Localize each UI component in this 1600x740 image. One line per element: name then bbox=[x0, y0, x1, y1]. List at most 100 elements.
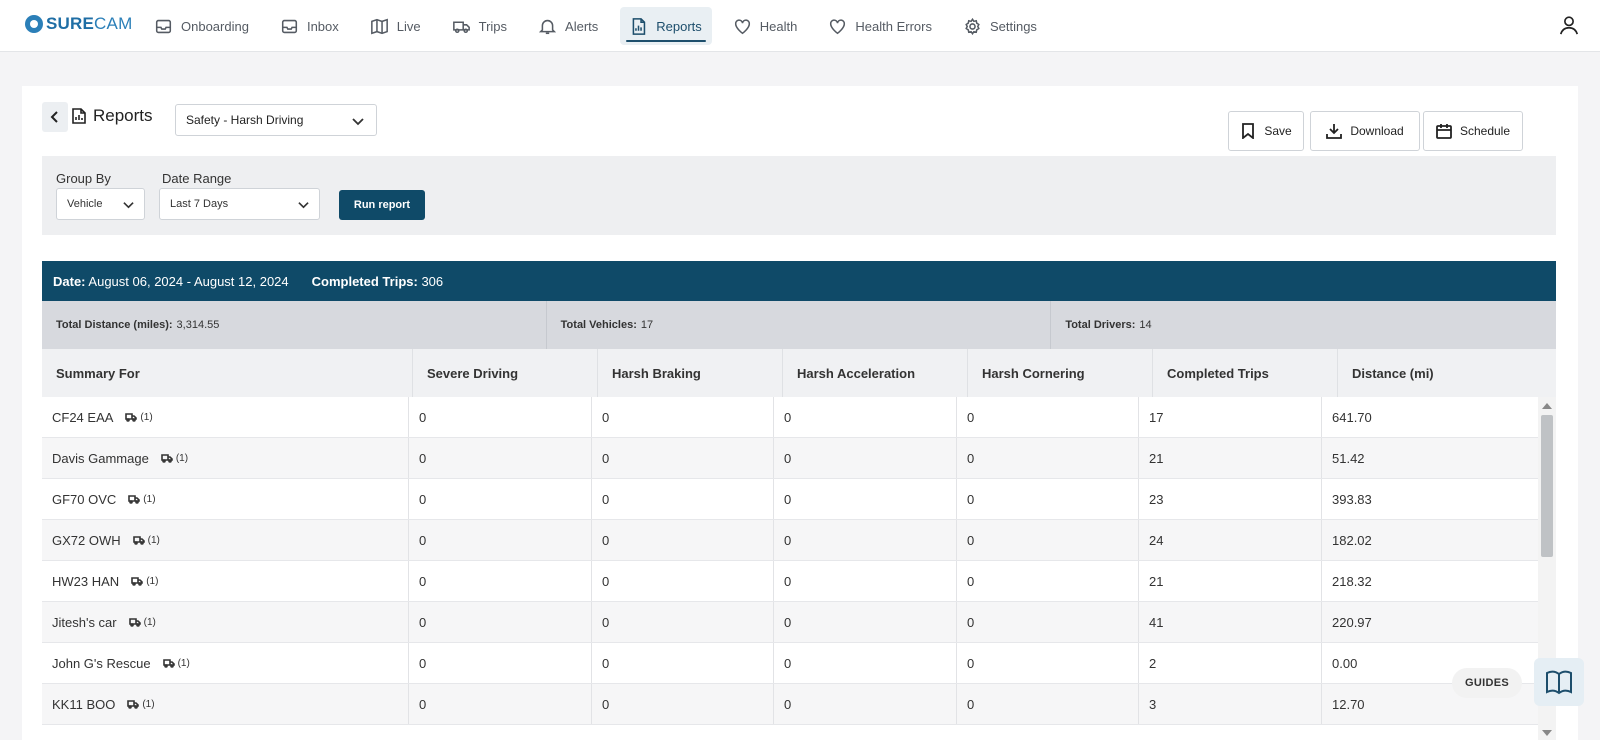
report-panel: Reports Safety - Harsh Driving Save Down… bbox=[22, 86, 1578, 740]
table-row[interactable]: CF24 EAA (1) 0 0 0 0 17 641.70 bbox=[42, 397, 1556, 438]
column-header[interactable]: Summary For bbox=[42, 349, 413, 397]
table-body: CF24 EAA (1) 0 0 0 0 17 641.70 Davis Gammage (1) 0… bbox=[42, 397, 1556, 740]
column-header[interactable]: Harsh Cornering bbox=[968, 349, 1153, 397]
nav-health-errors[interactable]: Health Errors bbox=[819, 7, 942, 45]
top-navigation: SURECAM Onboarding Inbox Live Trips Alerts Re… bbox=[0, 0, 1600, 52]
cell-severe: 0 bbox=[409, 479, 592, 519]
nav-label: Trips bbox=[478, 18, 508, 34]
summary-for-cell: HW23 HAN (1) bbox=[42, 561, 409, 601]
vehicle-name[interactable]: HW23 HAN bbox=[52, 574, 119, 589]
cell-accel: 0 bbox=[774, 397, 957, 437]
nav-settings[interactable]: Settings bbox=[954, 7, 1047, 45]
cell-braking: 0 bbox=[592, 438, 774, 478]
summary-for-cell: GF70 OVC (1) bbox=[42, 479, 409, 519]
report-type-select[interactable]: Safety - Harsh Driving bbox=[175, 104, 377, 136]
heart-icon bbox=[829, 18, 855, 35]
heart-icon bbox=[734, 18, 760, 35]
scroll-thumb[interactable] bbox=[1541, 415, 1553, 557]
user-icon[interactable] bbox=[1558, 14, 1580, 36]
trips-summary: Completed Trips: 306 bbox=[311, 273, 444, 289]
download-button[interactable]: Download bbox=[1310, 111, 1420, 151]
logo-text: SURECAM bbox=[46, 14, 133, 33]
vehicle-name[interactable]: GF70 OVC bbox=[52, 492, 116, 507]
cell-accel: 0 bbox=[774, 561, 957, 601]
nav-health[interactable]: Health bbox=[724, 7, 808, 45]
vehicle-name[interactable]: KK11 BOO bbox=[52, 697, 115, 712]
date-range-select[interactable]: Last 7 Days bbox=[159, 188, 320, 220]
save-button[interactable]: Save bbox=[1228, 111, 1304, 151]
cell-trips: 21 bbox=[1139, 438, 1322, 478]
cell-accel: 0 bbox=[774, 643, 957, 683]
table-row[interactable]: GX72 OWH (1) 0 0 0 0 24 182.02 bbox=[42, 520, 1556, 561]
cell-cornering: 0 bbox=[957, 438, 1139, 478]
nav-label: Onboarding bbox=[181, 18, 249, 34]
nav-onboarding[interactable]: Onboarding bbox=[145, 7, 259, 45]
vehicle-count: (1) bbox=[175, 452, 189, 464]
nav-live[interactable]: Live bbox=[361, 7, 431, 45]
truck-icon bbox=[162, 659, 175, 668]
cell-cornering: 0 bbox=[957, 479, 1139, 519]
surecam-logo[interactable]: SURECAM bbox=[25, 14, 132, 34]
page-title: Reports bbox=[72, 106, 153, 126]
truck-icon bbox=[161, 454, 173, 463]
vehicle-count-badge: (1) bbox=[161, 453, 188, 464]
truck-icon bbox=[128, 618, 141, 627]
vehicle-name[interactable]: CF24 EAA bbox=[52, 410, 113, 425]
cell-braking: 0 bbox=[592, 520, 774, 560]
table-row[interactable]: HW23 HAN (1) 0 0 0 0 21 218.32 bbox=[42, 561, 1556, 602]
nav-label: Settings bbox=[989, 18, 1037, 34]
download-icon bbox=[1326, 124, 1343, 139]
cell-trips: 41 bbox=[1139, 602, 1322, 642]
vehicle-name[interactable]: Jitesh's car bbox=[52, 615, 117, 630]
cell-braking: 0 bbox=[592, 397, 774, 437]
back-button[interactable] bbox=[42, 102, 68, 132]
column-header[interactable]: Harsh Braking bbox=[598, 349, 783, 397]
summary-for-cell: GX72 OWH (1) bbox=[42, 520, 409, 560]
summary-for-cell: Jitesh's car (1) bbox=[42, 602, 409, 642]
report-type-value: Safety - Harsh Driving bbox=[186, 113, 304, 127]
group-by-select[interactable]: Vehicle bbox=[56, 188, 145, 220]
column-header[interactable]: Severe Driving bbox=[413, 349, 598, 397]
truck-icon bbox=[128, 495, 141, 504]
cell-cornering: 0 bbox=[957, 561, 1139, 601]
vehicle-name[interactable]: Davis Gammage bbox=[52, 451, 149, 466]
cell-distance: 218.32 bbox=[1332, 573, 1372, 589]
table-row[interactable]: Jitesh's car (1) 0 0 0 0 41 220.97 bbox=[42, 602, 1556, 643]
table-row[interactable]: KK11 BOO (1) 0 0 0 0 3 12.70 bbox=[42, 684, 1556, 725]
column-header[interactable]: Harsh Acceleration bbox=[783, 349, 968, 397]
nav-label: Health bbox=[759, 18, 798, 34]
vehicle-count: (1) bbox=[143, 493, 156, 505]
column-header[interactable]: Completed Trips bbox=[1153, 349, 1338, 397]
cell-severe: 0 bbox=[409, 397, 592, 437]
vehicle-name[interactable]: GX72 OWH bbox=[52, 533, 121, 548]
nav-label: Inbox bbox=[306, 18, 339, 34]
cell-trips: 24 bbox=[1139, 520, 1322, 560]
scroll-up-arrow[interactable] bbox=[1542, 403, 1552, 409]
cell-trips: 2 bbox=[1139, 643, 1322, 683]
nav-reports[interactable]: Reports bbox=[620, 7, 712, 45]
vehicle-name[interactable]: John G's Rescue bbox=[52, 656, 151, 671]
cell-cornering: 0 bbox=[957, 643, 1139, 683]
cell-cornering: 0 bbox=[957, 602, 1139, 642]
table-row[interactable]: John G's Rescue (1) 0 0 0 0 2 0.00 bbox=[42, 643, 1556, 684]
calendar-icon bbox=[1436, 124, 1452, 139]
vehicle-count-badge: (1) bbox=[162, 658, 190, 669]
cell-distance: 393.83 bbox=[1332, 491, 1372, 507]
column-header[interactable]: Distance (mi) bbox=[1338, 349, 1524, 397]
table-row[interactable]: GF70 OVC (1) 0 0 0 0 23 393.83 bbox=[42, 479, 1556, 520]
summary-bar: Date: August 06, 2024 - August 12, 2024 … bbox=[42, 261, 1556, 301]
gear-icon bbox=[964, 17, 990, 35]
scroll-down-arrow[interactable] bbox=[1542, 730, 1552, 736]
vehicle-count-badge: (1) bbox=[131, 576, 158, 587]
cell-braking: 0 bbox=[592, 602, 774, 642]
schedule-button[interactable]: Schedule bbox=[1423, 111, 1523, 151]
nav-inbox[interactable]: Inbox bbox=[271, 7, 349, 45]
nav-label: Reports bbox=[656, 18, 702, 34]
run-report-button[interactable]: Run report bbox=[339, 190, 425, 220]
book-icon[interactable] bbox=[1534, 658, 1584, 706]
page-title-text: Reports bbox=[93, 106, 153, 125]
nav-trips[interactable]: Trips bbox=[443, 7, 517, 45]
nav-alerts[interactable]: Alerts bbox=[529, 7, 608, 45]
guides-button[interactable]: GUIDES bbox=[1452, 668, 1522, 698]
table-row[interactable]: Davis Gammage (1) 0 0 0 0 21 51.42 bbox=[42, 438, 1556, 479]
